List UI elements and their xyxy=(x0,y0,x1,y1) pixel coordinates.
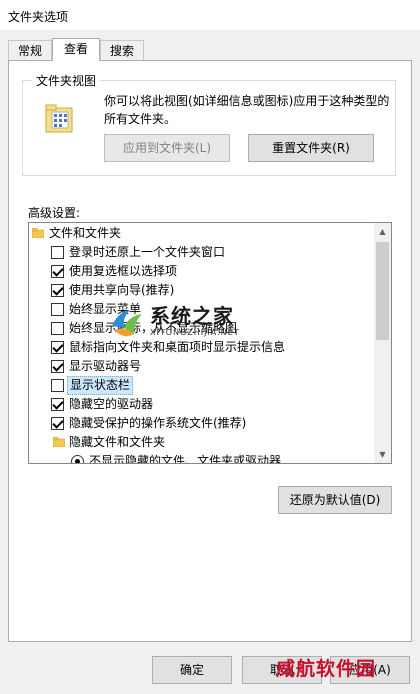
checkbox[interactable] xyxy=(51,284,64,297)
tab-general[interactable]: 常规 xyxy=(8,40,52,60)
list-item-label: 隐藏空的驱动器 xyxy=(69,397,154,411)
folder-view-icon xyxy=(45,104,73,133)
list-item: 文件和文件夹 xyxy=(29,224,374,243)
list-item[interactable]: 显示状态栏 xyxy=(29,376,374,395)
checkbox[interactable] xyxy=(51,246,64,259)
checkbox[interactable] xyxy=(51,398,64,411)
list-item-label: 不显示隐藏的文件、文件夹或驱动器 xyxy=(89,454,282,463)
list-item[interactable]: 使用复选框以选择项 xyxy=(29,262,374,281)
site-watermark: 系统之家 XITONGZHIJIA.NET xyxy=(108,300,298,346)
list-item-label: 显示驱动器号 xyxy=(69,359,142,373)
watermark-subtitle: XITONGZHIJIA.NET xyxy=(150,328,240,337)
checkbox[interactable] xyxy=(51,322,64,335)
list-item[interactable]: 登录时还原上一个文件夹窗口 xyxy=(29,243,374,262)
list-item[interactable]: 隐藏空的驱动器 xyxy=(29,395,374,414)
tab-strip: 常规 查看 搜索 xyxy=(0,38,420,61)
reset-folders-button[interactable]: 重置文件夹(R) xyxy=(248,134,374,162)
scroll-thumb[interactable] xyxy=(376,242,389,340)
list-item[interactable]: 不显示隐藏的文件、文件夹或驱动器 xyxy=(29,452,374,463)
list-item-label: 使用复选框以选择项 xyxy=(69,264,178,278)
watermark-logo-icon xyxy=(112,310,142,337)
vertical-scrollbar[interactable]: ▲ ▼ xyxy=(374,223,391,463)
list-item-label: 使用共享向导(推荐) xyxy=(69,283,175,297)
apply-to-folders-button[interactable]: 应用到文件夹(L) xyxy=(104,134,230,162)
checkbox[interactable] xyxy=(51,341,64,354)
list-item: 隐藏文件和文件夹 xyxy=(29,433,374,452)
checkbox[interactable] xyxy=(51,379,64,392)
list-item[interactable]: 隐藏受保护的操作系统文件(推荐) xyxy=(29,414,374,433)
corner-watermark: 威航软件园 xyxy=(276,658,377,680)
ok-button[interactable]: 确定 xyxy=(152,656,232,684)
folder-icon xyxy=(32,228,44,238)
tab-search[interactable]: 搜索 xyxy=(100,40,144,60)
checkbox[interactable] xyxy=(51,265,64,278)
advanced-settings-label: 高级设置: xyxy=(28,206,81,220)
folder-views-label: 文件夹视图 xyxy=(32,72,101,89)
list-item-label-selected: 显示状态栏 xyxy=(67,376,134,395)
checkbox[interactable] xyxy=(51,360,64,373)
list-item-label: 登录时还原上一个文件夹窗口 xyxy=(69,245,226,259)
scroll-up-icon[interactable]: ▲ xyxy=(374,223,391,240)
radio-button[interactable] xyxy=(71,455,84,463)
folder-icon xyxy=(53,437,65,447)
restore-defaults-button[interactable]: 还原为默认值(D) xyxy=(278,486,392,514)
checkbox[interactable] xyxy=(51,417,64,430)
scroll-down-icon[interactable]: ▼ xyxy=(374,446,391,463)
title-bar[interactable]: 文件夹选项 xyxy=(0,0,420,30)
list-item-label: 文件和文件夹 xyxy=(49,226,122,240)
list-item-label: 隐藏受保护的操作系统文件(推荐) xyxy=(69,416,247,430)
window-title: 文件夹选项 xyxy=(8,10,69,24)
list-item-label: 隐藏文件和文件夹 xyxy=(69,435,166,449)
list-item[interactable]: 使用共享向导(推荐) xyxy=(29,281,374,300)
list-item[interactable]: 显示驱动器号 xyxy=(29,357,374,376)
folder-views-description: 你可以将此视图(如详细信息或图标)应用于这种类型的所有文件夹。 xyxy=(104,94,390,126)
checkbox[interactable] xyxy=(51,303,64,316)
watermark-title: 系统之家 xyxy=(150,304,234,328)
tab-view[interactable]: 查看 xyxy=(52,38,100,61)
